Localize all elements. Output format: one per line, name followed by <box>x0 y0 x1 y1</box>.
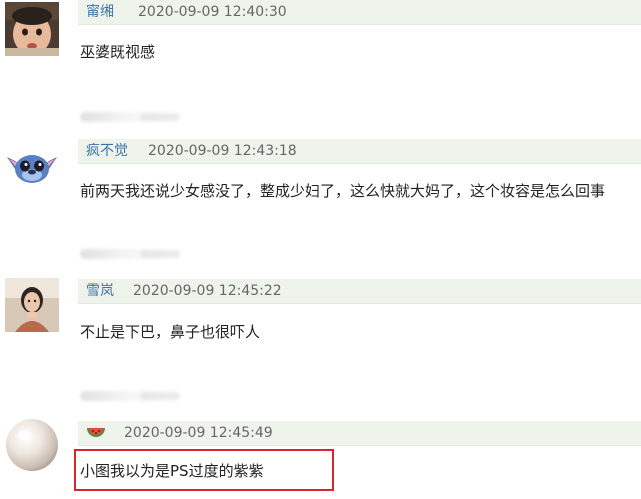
blurred-footer <box>140 392 180 400</box>
watermelon-icon <box>86 424 106 442</box>
comment-item: 甯缃 2020-09-09 12:40:30 巫婆既视感 <box>0 0 641 122</box>
blurred-footer <box>140 113 180 121</box>
stitch-cartoon-avatar-icon <box>5 139 59 193</box>
comment-text: 前两天我还说少女感没了，整成少妇了，这么快就大妈了，这个妆容是怎么回事 <box>80 182 606 200</box>
avatar[interactable] <box>5 139 59 193</box>
highlight-box <box>74 449 334 491</box>
comment-timestamp: 2020-09-09 12:40:30 <box>138 4 287 20</box>
comment-meta-bar: 雪岚 2020-09-09 12:45:22 <box>78 279 641 304</box>
username-link[interactable]: 甯缃 <box>86 4 114 20</box>
pearl-avatar-icon <box>5 418 59 472</box>
comment-text: 不止是下巴，鼻子也很吓人 <box>80 323 261 341</box>
baby-photo-avatar-icon <box>5 2 59 56</box>
username-link[interactable]: 雪岚 <box>86 283 114 299</box>
username-link[interactable]: 疯不觉 <box>86 143 128 159</box>
comment-timestamp: 2020-09-09 12:45:22 <box>133 283 282 299</box>
avatar[interactable] <box>5 278 59 332</box>
avatar[interactable] <box>5 418 59 472</box>
comment-meta-bar: 2020-09-09 12:45:49 <box>78 421 641 446</box>
comment-meta-bar: 甯缃 2020-09-09 12:40:30 <box>78 0 641 25</box>
comment-text: 巫婆既视感 <box>80 43 156 61</box>
comment-timestamp: 2020-09-09 12:43:18 <box>148 143 297 159</box>
woman-photo-avatar-icon <box>5 278 59 332</box>
comment-meta-bar: 疯不觉 2020-09-09 12:43:18 <box>78 139 641 164</box>
comment-thread: 甯缃 2020-09-09 12:40:30 巫婆既视感 疯不觉 2020-09… <box>0 0 641 499</box>
comment-timestamp: 2020-09-09 12:45:49 <box>124 425 273 441</box>
blurred-footer <box>140 250 180 258</box>
avatar[interactable] <box>5 2 59 56</box>
